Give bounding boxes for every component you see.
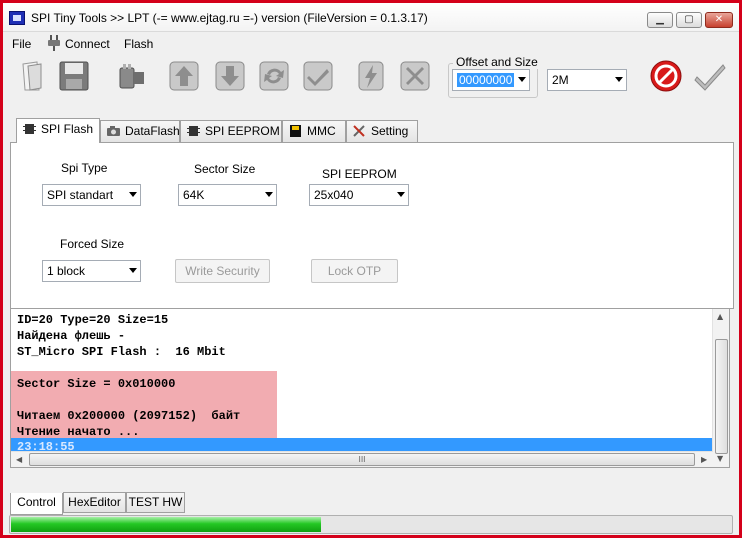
spi-type-label: Spi Type [61,161,108,175]
vertical-scroll-thumb[interactable] [715,339,728,454]
download-icon[interactable] [212,58,248,94]
save-icon[interactable] [56,58,92,94]
size-combo[interactable]: 2M [547,69,627,91]
tab-hexeditor[interactable]: HexEditor [63,492,126,513]
tab-label: SPI Flash [41,122,94,136]
log-line: Чтение начато ... [17,425,140,439]
chip-plug-icon[interactable] [114,58,150,94]
menu-bar: File Connect Flash [3,32,739,55]
tab-label: MMC [307,124,336,138]
menu-connect[interactable]: Connect [65,37,110,51]
ok-check-icon[interactable] [692,58,728,94]
close-button[interactable]: ✕ [705,12,733,28]
chevron-down-icon [518,77,526,82]
minimize-button[interactable]: ▁ [647,12,673,28]
app-window: SPI Tiny Tools >> LPT (-= www.ejtag.ru =… [0,0,742,538]
tab-dataflash[interactable]: DataFlash [100,120,180,142]
spi-eeprom-value: 25x040 [314,188,354,202]
chevron-down-icon [397,192,405,197]
forced-size-label: Forced Size [60,237,125,251]
size-value: 2M [552,73,569,87]
write-security-button[interactable]: Write Security [175,259,270,283]
toolbar: Offset and Size 00000000 2M [3,55,739,99]
tab-mmc[interactable]: MMC [282,120,346,142]
offset-value: 00000000 [457,73,515,87]
scroll-right-icon[interactable]: ▶ [701,455,707,464]
upload-icon[interactable] [166,58,202,94]
plug-icon [47,35,61,51]
tab-label: SPI EEPROM [205,124,280,138]
sector-size-label: Sector Size [194,162,256,176]
horizontal-scroll-thumb[interactable]: III [29,453,695,466]
open-file-icon[interactable] [14,58,50,94]
tab-label: Setting [371,124,409,138]
chevron-down-icon [129,192,137,197]
spi-type-select[interactable]: SPI standart [42,184,141,206]
log-line: Читаем 0x200000 (2097152) байт [17,409,241,423]
tab-control[interactable]: Control [10,493,63,515]
horizontal-scrollbar[interactable]: ◀ III ▶ [11,451,713,467]
scroll-down-icon[interactable]: ▼ [717,454,723,463]
lock-otp-button[interactable]: Lock OTP [311,259,398,283]
tab-spi-flash[interactable]: SPI Flash [16,118,100,143]
log-output[interactable]: ID=20 Type=20 Size=15 Найдена флешь - ST… [10,308,730,468]
refresh-icon[interactable] [256,58,292,94]
offset-combo[interactable]: 00000000 [452,69,530,91]
forced-size-value: 1 block [47,264,86,278]
spi-eeprom-select[interactable]: 25x040 [309,184,409,206]
tab-setting[interactable]: Setting [346,120,418,142]
vertical-scrollbar[interactable]: ▲ ▼ [712,309,729,467]
sector-size-select[interactable]: 64K [178,184,277,206]
progress-bar [9,515,733,534]
app-icon [9,11,25,25]
flash-write-icon[interactable] [353,58,389,94]
chevron-down-icon [615,77,623,82]
log-line: Найдена флешь - [17,329,126,343]
tab-spi-eeprom[interactable]: SPI EEPROM [180,120,282,142]
offset-size-label: Offset and Size [453,55,541,69]
forced-size-select[interactable]: 1 block [42,260,141,282]
sector-size-value: 64K [183,188,205,202]
title-bar: SPI Tiny Tools >> LPT (-= www.ejtag.ru =… [3,3,739,32]
scroll-left-icon[interactable]: ◀ [16,455,22,464]
progress-fill [11,517,321,532]
maximize-button[interactable]: ▢ [676,12,702,28]
verify-icon[interactable] [300,58,336,94]
log-line: ST_Micro SPI Flash : 16 Mbit [17,345,226,359]
camera-icon [106,124,121,138]
menu-flash[interactable]: Flash [124,37,153,51]
stop-icon[interactable] [648,58,684,94]
spi-eeprom-label: SPI EEPROM [322,167,397,181]
menu-file[interactable]: File [12,37,31,51]
chevron-down-icon [129,268,137,273]
chip-icon [186,124,201,138]
erase-icon[interactable] [397,58,433,94]
log-line: ID=20 Type=20 Size=15 [17,313,169,327]
scroll-up-icon[interactable]: ▲ [717,312,723,321]
sd-card-icon [288,124,303,138]
chip-icon [22,122,37,136]
log-line: Sector Size = 0x010000 [17,377,176,391]
spi-flash-panel: Spi Type SPI standart Sector Size 64K SP… [10,142,734,309]
tools-icon [352,124,367,138]
spi-type-value: SPI standart [47,188,114,202]
window-title: SPI Tiny Tools >> LPT (-= www.ejtag.ru =… [31,11,428,25]
tab-label: DataFlash [125,124,180,138]
chevron-down-icon [265,192,273,197]
tab-test-hw[interactable]: TEST HW [126,492,185,513]
